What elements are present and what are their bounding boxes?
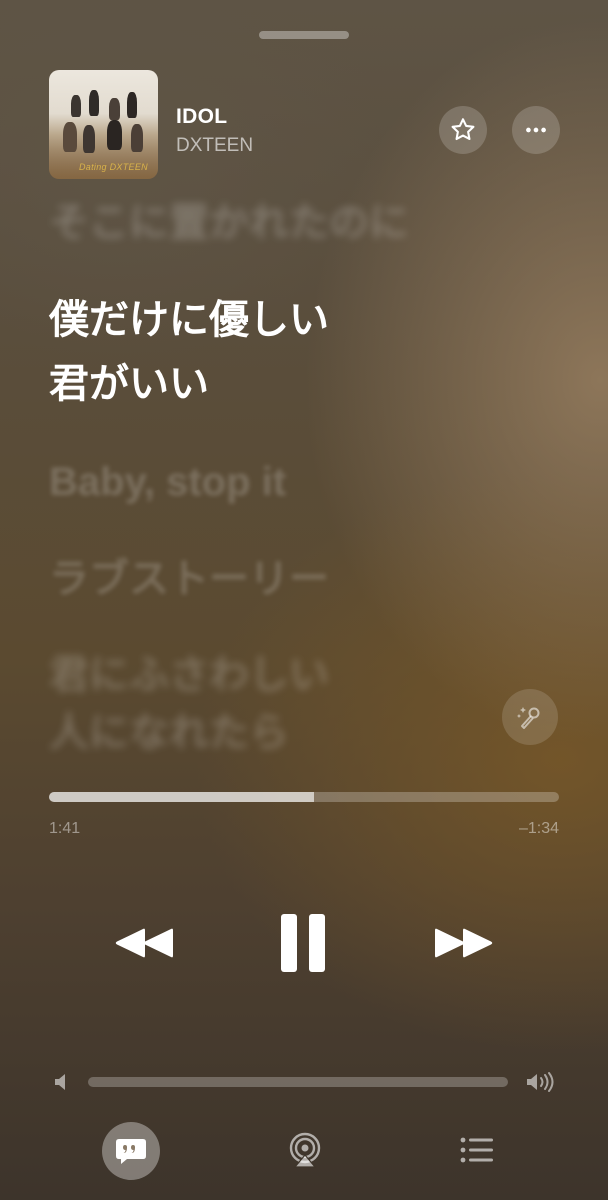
album-artwork[interactable]: Dating DXTEEN (49, 70, 158, 179)
rewind-button[interactable] (105, 912, 183, 974)
lyric-line-current-2[interactable]: 君がいい (49, 355, 209, 413)
sing-button[interactable] (502, 689, 558, 745)
lyric-line-next[interactable]: Baby, stop it (49, 453, 286, 511)
lyrics-button[interactable] (102, 1122, 160, 1180)
artwork-caption: Dating DXTEEN (79, 162, 148, 172)
remaining-time: –1:34 (518, 820, 559, 837)
playback-progress-fill (49, 792, 315, 802)
microphone-sparkle-icon (517, 707, 540, 729)
speaker-icon (55, 1074, 65, 1090)
lyrics-quote-icon (116, 1139, 146, 1164)
volume-slider[interactable] (88, 1077, 508, 1087)
lyric-line-next-2[interactable]: ラブストーリー (49, 550, 329, 608)
sheet-grabber[interactable] (259, 31, 349, 39)
volume-max-icon-wrap (524, 1070, 558, 1094)
airplay-icon (289, 1132, 321, 1168)
lyric-line-next-3b[interactable]: 人になれたら (49, 704, 289, 762)
pause-icon (281, 914, 325, 972)
elapsed-time: 1:41 (49, 820, 81, 837)
fast-forward-icon (435, 928, 493, 958)
lyric-line-next-3[interactable]: 君にふさわしい (49, 646, 329, 704)
lyric-line-current[interactable]: 僕だけに優しい (49, 291, 329, 349)
speaker-wave-icon (527, 1072, 554, 1092)
volume-min-icon-wrap (50, 1070, 72, 1094)
airplay-button[interactable] (282, 1127, 328, 1173)
ellipsis-icon (526, 127, 546, 133)
favorite-button[interactable] (439, 106, 487, 154)
fast-forward-button[interactable] (425, 912, 503, 974)
queue-list-icon (460, 1137, 493, 1163)
lyric-line-previous[interactable]: そこに置かれたのに (49, 194, 409, 252)
song-title[interactable]: IDOL (176, 105, 227, 129)
star-icon (451, 118, 475, 141)
pause-button[interactable] (270, 905, 336, 981)
artist-name[interactable]: DXTEEN (176, 135, 253, 157)
more-options-button[interactable] (512, 106, 560, 154)
rewind-icon (115, 928, 173, 958)
queue-button[interactable] (454, 1130, 500, 1170)
playback-scrubber[interactable] (49, 792, 559, 802)
